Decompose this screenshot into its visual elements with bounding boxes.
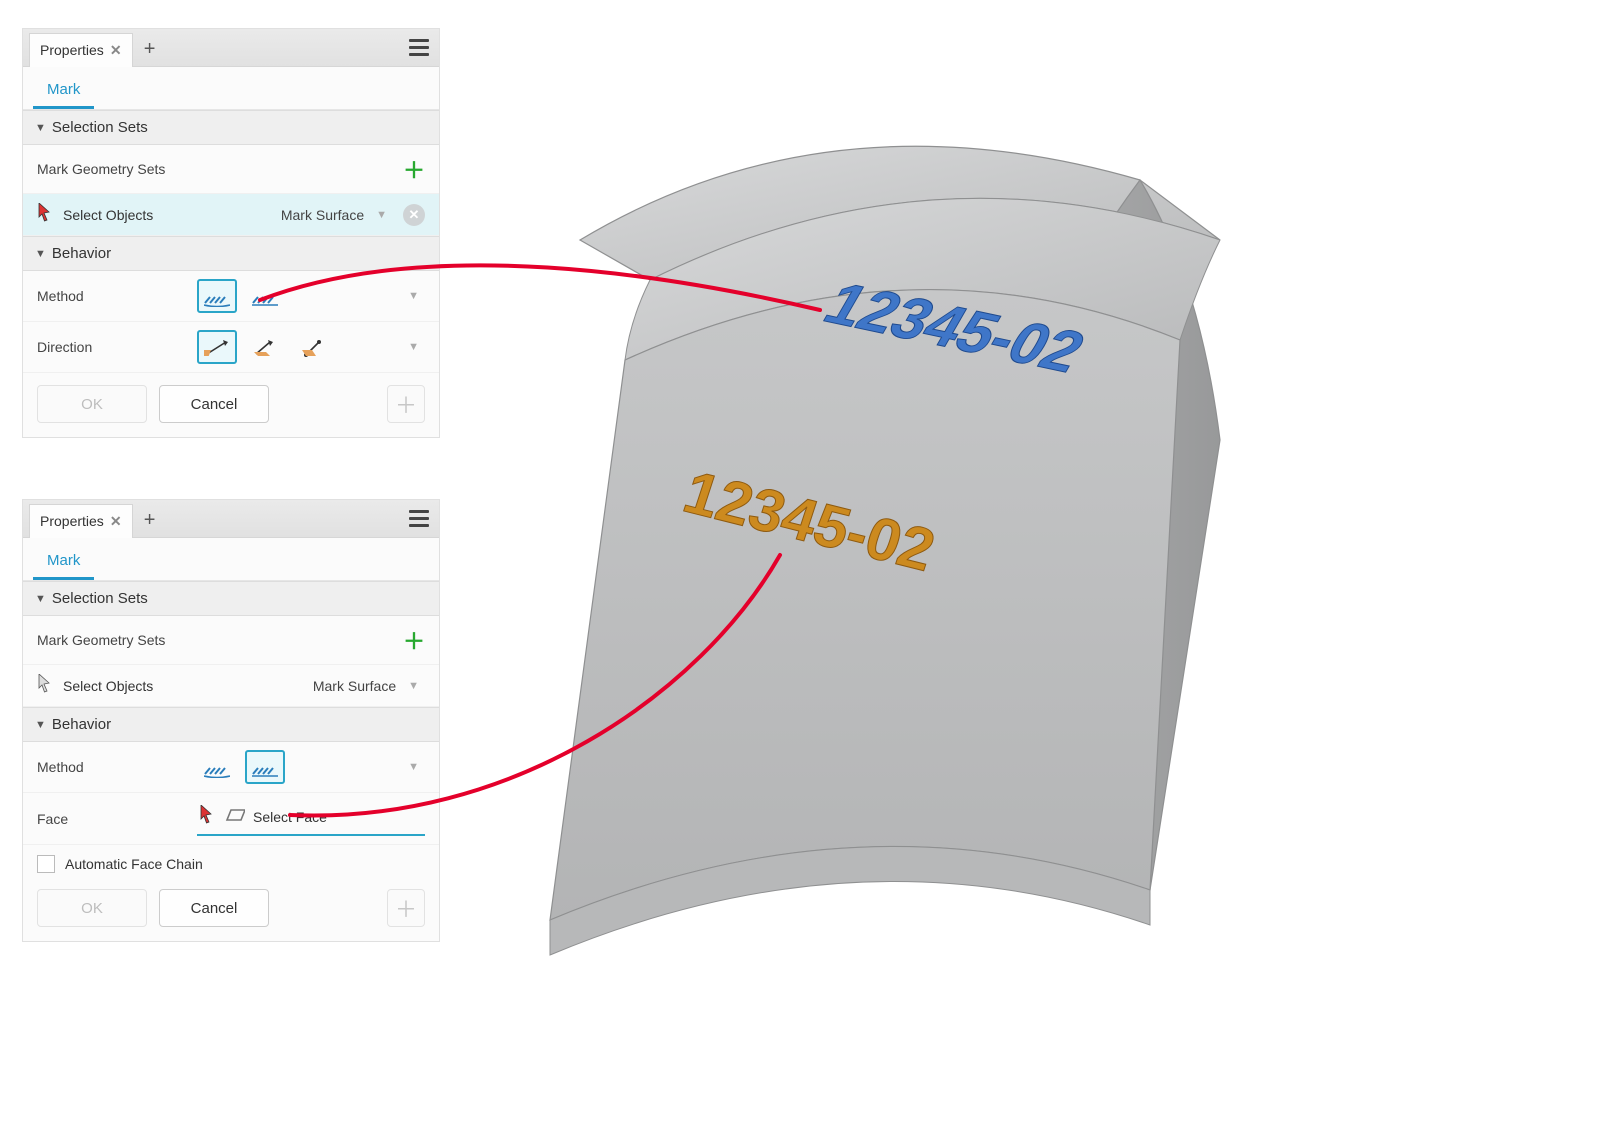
breadcrumb[interactable]: Mark <box>33 542 94 580</box>
menu-icon[interactable] <box>405 35 433 60</box>
chevron-down-icon: ▼ <box>35 248 46 260</box>
direction-along-icon[interactable] <box>245 330 285 364</box>
breadcrumb-bar: Mark <box>23 67 439 110</box>
add-tab-button[interactable]: + <box>133 504 167 538</box>
select-face-placeholder: Select Face <box>253 809 327 825</box>
section-selection-sets[interactable]: ▼ Selection Sets <box>23 581 439 616</box>
mark-geometry-sets-label: Mark Geometry Sets <box>37 632 187 648</box>
dropdown-value: Mark Surface <box>281 207 364 223</box>
tab-properties[interactable]: Properties ✕ <box>29 504 133 538</box>
chevron-down-icon: ▼ <box>402 680 425 692</box>
select-objects-row[interactable]: Select Objects Mark Surface ▼ <box>23 665 439 707</box>
method-row: Method ▼ <box>23 742 439 793</box>
properties-panel-2: Properties ✕ + Mark ▼ Selection Sets Mar… <box>22 499 440 942</box>
dropdown-value: Mark Surface <box>313 678 396 694</box>
ok-button[interactable]: OK <box>37 889 147 927</box>
add-instance-button[interactable]: ＋ <box>387 889 425 927</box>
add-set-button[interactable]: ＋ <box>403 624 425 656</box>
select-objects-label: Select Objects <box>63 207 153 223</box>
method-toggle-group <box>197 279 285 313</box>
cancel-button[interactable]: Cancel <box>159 385 269 423</box>
mark-placement-dropdown[interactable]: Mark Surface ▼ <box>163 678 425 694</box>
method-row: Method ▼ <box>23 271 439 322</box>
project-to-face-icon[interactable] <box>245 750 285 784</box>
chevron-down-icon: ▼ <box>35 122 46 134</box>
cursor-icon <box>199 805 215 828</box>
menu-icon[interactable] <box>405 506 433 531</box>
auto-face-chain-row[interactable]: Automatic Face Chain <box>23 845 439 877</box>
add-tab-button[interactable]: + <box>133 33 167 67</box>
dialog-button-row: OK Cancel ＋ <box>23 373 439 437</box>
section-title: Behavior <box>52 716 111 733</box>
direction-custom-icon[interactable] <box>293 330 333 364</box>
tab-properties-label: Properties <box>40 42 104 58</box>
direction-label: Direction <box>37 339 187 355</box>
breadcrumb-bar: Mark <box>23 538 439 581</box>
add-instance-button[interactable]: ＋ <box>387 385 425 423</box>
section-title: Selection Sets <box>52 590 148 607</box>
properties-panel-1: Properties ✕ + Mark ▼ Selection Sets Mar… <box>22 28 440 438</box>
face-row: Face Select Face <box>23 793 439 845</box>
model-viewport: 12345-02 12345-02 <box>480 20 1340 960</box>
auto-face-chain-checkbox[interactable] <box>37 855 55 873</box>
tab-properties-label: Properties <box>40 513 104 529</box>
chevron-down-icon: ▼ <box>35 593 46 605</box>
mark-geometry-sets-label: Mark Geometry Sets <box>37 161 187 177</box>
wrap-on-surface-icon[interactable] <box>197 750 237 784</box>
add-set-button[interactable]: ＋ <box>403 153 425 185</box>
direction-normal-icon[interactable] <box>197 330 237 364</box>
face-icon <box>223 808 245 825</box>
tab-properties[interactable]: Properties ✕ <box>29 33 133 67</box>
cursor-icon <box>37 203 53 226</box>
section-behavior[interactable]: ▼ Behavior <box>23 236 439 271</box>
ok-button[interactable]: OK <box>37 385 147 423</box>
chevron-down-icon: ▼ <box>370 209 393 221</box>
mark-placement-dropdown[interactable]: Mark Surface ▼ <box>163 207 393 223</box>
method-toggle-group <box>197 750 285 784</box>
close-icon[interactable]: ✕ <box>110 513 122 530</box>
mark-geometry-sets-row: Mark Geometry Sets ＋ <box>23 616 439 665</box>
direction-row: Direction ▼ <box>23 322 439 373</box>
cursor-icon <box>37 674 53 697</box>
section-behavior[interactable]: ▼ Behavior <box>23 707 439 742</box>
section-title: Behavior <box>52 245 111 262</box>
panel-tabbar: Properties ✕ + <box>23 500 439 538</box>
auto-face-chain-label: Automatic Face Chain <box>65 856 203 872</box>
section-title: Selection Sets <box>52 119 148 136</box>
project-to-face-icon[interactable] <box>245 279 285 313</box>
direction-toggle-group <box>197 330 333 364</box>
close-icon[interactable]: ✕ <box>110 42 122 59</box>
select-objects-row[interactable]: Select Objects Mark Surface ▼ ✕ <box>23 194 439 236</box>
select-face-input[interactable]: Select Face <box>197 801 425 836</box>
select-objects-label: Select Objects <box>63 678 153 694</box>
clear-selection-button[interactable]: ✕ <box>403 204 425 226</box>
method-label: Method <box>37 288 187 304</box>
cancel-button[interactable]: Cancel <box>159 889 269 927</box>
section-selection-sets[interactable]: ▼ Selection Sets <box>23 110 439 145</box>
dialog-button-row: OK Cancel ＋ <box>23 877 439 941</box>
chevron-down-icon[interactable]: ▼ <box>402 761 425 773</box>
chevron-down-icon[interactable]: ▼ <box>402 341 425 353</box>
wrap-on-surface-icon[interactable] <box>197 279 237 313</box>
chevron-down-icon: ▼ <box>35 719 46 731</box>
mark-geometry-sets-row: Mark Geometry Sets ＋ <box>23 145 439 194</box>
chevron-down-icon[interactable]: ▼ <box>402 290 425 302</box>
breadcrumb[interactable]: Mark <box>33 71 94 109</box>
method-label: Method <box>37 759 187 775</box>
face-label: Face <box>37 811 187 827</box>
panel-tabbar: Properties ✕ + <box>23 29 439 67</box>
